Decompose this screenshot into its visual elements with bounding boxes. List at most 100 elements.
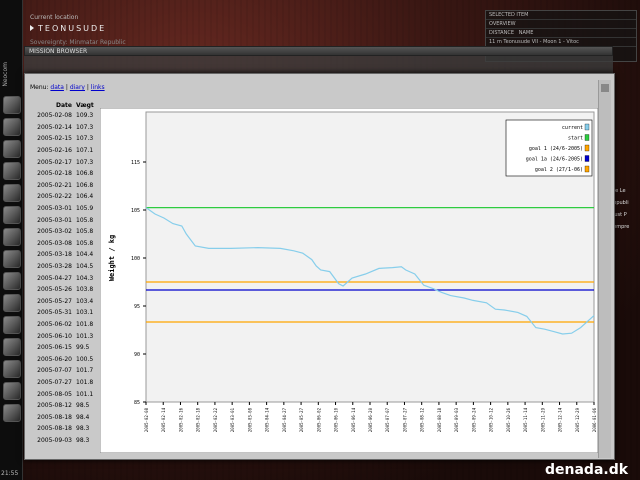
header-weight: Vægt xyxy=(76,102,94,109)
y-tick-label: 115 xyxy=(131,160,140,166)
table-row: 2005-02-18 106.8 xyxy=(28,168,100,180)
market-icon[interactable] xyxy=(3,206,21,224)
assets-icon[interactable] xyxy=(3,228,21,246)
table-row: 2005-07-07 101.7 xyxy=(28,365,100,377)
table-row: 2005-08-18 98.4 xyxy=(28,411,100,423)
scrollbar-thumb[interactable] xyxy=(601,84,609,92)
cell-date: 2005-02-08 xyxy=(37,112,72,120)
journal-icon[interactable] xyxy=(3,272,21,290)
table-row: 2005-06-10 101.3 xyxy=(28,330,100,342)
wallet-icon[interactable] xyxy=(3,250,21,268)
weight-chart: 115 105 100 95 90 85 2005-02-08 2005-02-14 2005… xyxy=(100,108,598,453)
cell-weight: 101.1 xyxy=(76,390,94,398)
overview-title[interactable]: OVERVIEW xyxy=(486,20,636,29)
legend-label: goal 1 (24/6-2005) xyxy=(529,146,583,152)
x-tick-label: 2005-09-24 xyxy=(471,407,476,432)
x-tick-label: 2005-06-10 xyxy=(334,407,339,432)
menu-prefix: Menu: xyxy=(30,84,49,91)
logout-icon[interactable] xyxy=(3,404,21,422)
menu-separator: | xyxy=(65,84,68,91)
table-row: 2005-08-18 98.3 xyxy=(28,423,100,435)
dock-label: Neocom xyxy=(2,62,9,87)
y-axis-label: Weight / kg xyxy=(108,235,116,281)
column-name[interactable]: NAME xyxy=(519,30,534,36)
table-row: 2005-02-14 107.3 xyxy=(28,122,100,134)
menu-link-links[interactable]: links xyxy=(91,84,105,91)
people-icon[interactable] xyxy=(3,162,21,180)
cell-weight: 104.4 xyxy=(76,251,94,259)
y-tick-label: 100 xyxy=(131,256,140,262)
legend-swatch xyxy=(584,134,590,141)
cell-date: 2005-02-18 xyxy=(37,170,72,178)
location-label: Current location xyxy=(30,14,79,21)
table-row: 2005-03-18 104.4 xyxy=(28,249,100,261)
menu-link-diary[interactable]: diary xyxy=(70,84,85,91)
table-row: 2005-06-20 100.5 xyxy=(28,353,100,365)
cell-weight: 103.4 xyxy=(76,297,94,305)
legend-label: current xyxy=(562,125,583,131)
y-tick-label: 95 xyxy=(134,304,140,310)
cell-weight: 107.3 xyxy=(76,158,94,166)
x-tick-label: 2005-03-01 xyxy=(230,407,235,432)
cell-date: 2005-07-07 xyxy=(37,367,72,375)
help-icon[interactable] xyxy=(3,338,21,356)
table-row: 2005-02-16 107.1 xyxy=(28,145,100,157)
cell-weight: 106.8 xyxy=(76,181,94,189)
column-distance[interactable]: DISTANCE xyxy=(489,30,514,36)
cell-date: 2005-02-14 xyxy=(37,123,72,131)
menu-link-data[interactable]: data xyxy=(50,84,64,91)
cell-weight: 101.7 xyxy=(76,367,94,375)
settings-icon[interactable] xyxy=(3,382,21,400)
cell-date: 2005-08-05 xyxy=(37,390,72,398)
cell-weight: 100.5 xyxy=(76,355,94,363)
character-icon[interactable] xyxy=(3,96,21,114)
cell-weight: 104.5 xyxy=(76,263,94,271)
cell-weight: 105.9 xyxy=(76,205,94,213)
x-tick-label: 2005-02-14 xyxy=(161,407,166,432)
table-row: 2005-02-17 107.3 xyxy=(28,156,100,168)
legend-label: goal 1a (24/6-2005) xyxy=(526,157,583,163)
cell-weight: 101.8 xyxy=(76,320,94,328)
cell-weight: 109.3 xyxy=(76,112,94,120)
location-name[interactable]: TEONUSUDE xyxy=(30,24,126,33)
cell-date: 2005-03-02 xyxy=(37,228,72,236)
map-icon[interactable] xyxy=(3,184,21,202)
cell-date: 2005-09-03 xyxy=(37,436,72,444)
cell-date: 2005-02-22 xyxy=(37,193,72,201)
x-tick-label: 2005-02-08 xyxy=(144,407,149,432)
cell-date: 2005-02-17 xyxy=(37,158,72,166)
cell-weight: 106.8 xyxy=(76,170,94,178)
page-scrollbar[interactable] xyxy=(598,80,611,458)
y-tick-label: 90 xyxy=(134,352,140,358)
table-row: 2005-03-01 105.8 xyxy=(28,214,100,226)
cell-weight: 105.8 xyxy=(76,239,94,247)
cell-weight: 101.3 xyxy=(76,332,94,340)
x-tick-label: 2005-04-14 xyxy=(265,407,270,432)
overview-columns: DISTANCE NAME xyxy=(486,29,636,38)
table-header: Date Vægt xyxy=(28,102,100,110)
cell-date: 2005-02-21 xyxy=(37,181,72,189)
cell-date: 2005-03-01 xyxy=(37,205,72,213)
cell-date: 2005-03-18 xyxy=(37,251,72,259)
browser-icon[interactable] xyxy=(3,360,21,378)
notepad-icon[interactable] xyxy=(3,118,21,136)
location-panel: Current location TEONUSUDE Sovereignty: … xyxy=(30,14,126,46)
location-sovereignty: Sovereignty: Minmatar Republic xyxy=(30,39,126,46)
cell-weight: 99.5 xyxy=(76,344,90,352)
cell-date: 2005-03-08 xyxy=(37,239,72,247)
x-tick-label: 2005-06-20 xyxy=(368,407,373,432)
table-row: 2005-09-03 98.3 xyxy=(28,435,100,447)
table-row: 2005-03-08 105.8 xyxy=(28,238,100,250)
table-row: 2005-02-22 106.4 xyxy=(28,191,100,203)
cell-weight: 98.3 xyxy=(76,425,90,433)
cell-weight: 107.1 xyxy=(76,147,94,155)
legend-swatch xyxy=(584,155,590,162)
window-titlebar[interactable]: MISSION BROWSER xyxy=(24,46,613,56)
cell-weight: 103.1 xyxy=(76,309,94,317)
corporation-icon[interactable] xyxy=(3,316,21,334)
fitting-icon[interactable] xyxy=(3,294,21,312)
clock: 21:55 xyxy=(1,470,19,477)
x-tick-label: 2005-06-14 xyxy=(351,407,356,432)
mail-icon[interactable] xyxy=(3,140,21,158)
cell-date: 2005-02-15 xyxy=(37,135,72,143)
